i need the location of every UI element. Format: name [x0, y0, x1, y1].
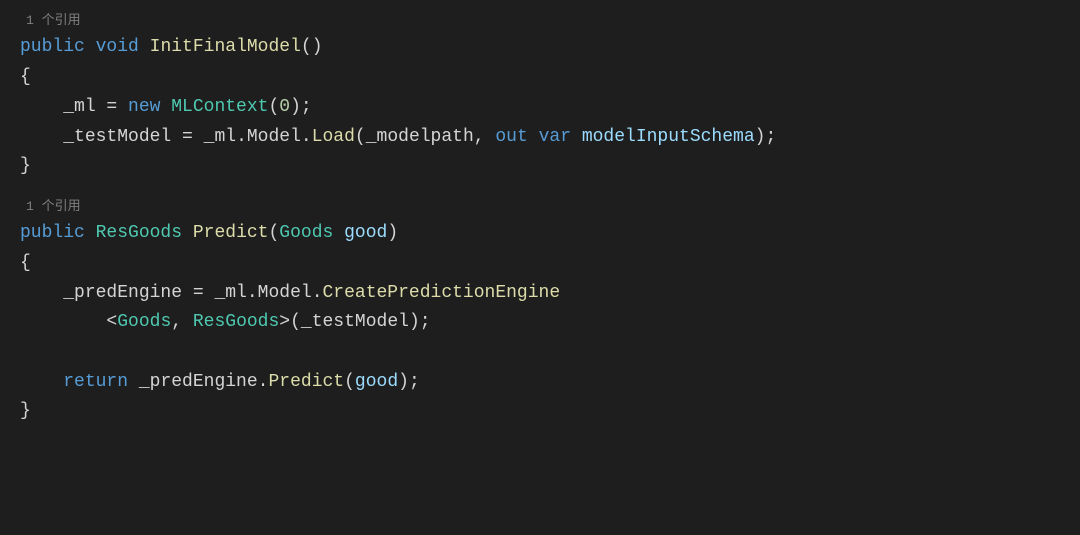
method-load: Load: [312, 127, 355, 147]
code-line[interactable]: return _predEngine.Predict(good);: [20, 368, 1080, 398]
code-line[interactable]: public void InitFinalModel(): [20, 33, 1080, 63]
code-line[interactable]: {: [20, 249, 1080, 279]
code-line[interactable]: _predEngine = _ml.Model.CreatePrediction…: [20, 279, 1080, 309]
angle-close: >: [279, 312, 290, 332]
param-type: Goods: [279, 223, 333, 243]
type-resgoods: ResGoods: [193, 312, 279, 332]
comma: ,: [474, 127, 496, 147]
paren-close-semi: );: [290, 97, 312, 117]
method-predict: 1 个引用 public ResGoods Predict(Goods good…: [20, 196, 1080, 427]
comma: ,: [171, 312, 193, 332]
equals: =: [182, 283, 214, 303]
var-modelinputschema: modelInputSchema: [582, 127, 755, 147]
paren-close: ): [312, 37, 323, 57]
code-line[interactable]: {: [20, 63, 1080, 93]
type-resgoods: ResGoods: [96, 223, 182, 243]
arg-testmodel: _testModel: [301, 312, 409, 332]
member-model: Model: [258, 283, 312, 303]
keyword-public: public: [20, 223, 85, 243]
code-line[interactable]: _ml = new MLContext(0);: [20, 93, 1080, 123]
codelens-references[interactable]: 1 个引用: [26, 196, 1080, 217]
code-line[interactable]: <Goods, ResGoods>(_testModel);: [20, 308, 1080, 338]
arg-modelpath: _modelpath: [366, 127, 474, 147]
paren-close-semi: );: [755, 127, 777, 147]
method-name: InitFinalModel: [150, 37, 301, 57]
equals: =: [96, 97, 128, 117]
field-ml: _ml: [63, 97, 95, 117]
paren-open: (: [268, 97, 279, 117]
paren-open: (: [301, 37, 312, 57]
paren-open: (: [268, 223, 279, 243]
type-mlcontext: MLContext: [171, 97, 268, 117]
brace-open: {: [20, 67, 31, 87]
code-line[interactable]: [20, 338, 1080, 368]
keyword-void: void: [96, 37, 139, 57]
dot: .: [258, 372, 269, 392]
code-line[interactable]: }: [20, 397, 1080, 427]
dot: .: [301, 127, 312, 147]
codelens-references[interactable]: 1 个引用: [26, 10, 1080, 31]
param-name: good: [344, 223, 387, 243]
type-goods: Goods: [117, 312, 171, 332]
field-predengine: _predEngine: [63, 283, 182, 303]
keyword-out: out: [495, 127, 527, 147]
field-ml: _ml: [214, 283, 246, 303]
brace-open: {: [20, 253, 31, 273]
method-name: Predict: [193, 223, 269, 243]
keyword-public: public: [20, 37, 85, 57]
code-line[interactable]: _testModel = _ml.Model.Load(_modelpath, …: [20, 123, 1080, 153]
method-predict: Predict: [268, 372, 344, 392]
keyword-return: return: [63, 372, 128, 392]
paren-open: (: [290, 312, 301, 332]
brace-close: }: [20, 156, 31, 176]
keyword-var: var: [539, 127, 571, 147]
method-createpredictionengine: CreatePredictionEngine: [323, 283, 561, 303]
equals: =: [171, 127, 203, 147]
angle-open: <: [106, 312, 117, 332]
dot: .: [247, 283, 258, 303]
literal-zero: 0: [279, 97, 290, 117]
field-ml: _ml: [204, 127, 236, 147]
keyword-new: new: [128, 97, 160, 117]
paren-close-semi: );: [409, 312, 431, 332]
brace-close: }: [20, 401, 31, 421]
field-predengine: _predEngine: [139, 372, 258, 392]
dot: .: [312, 283, 323, 303]
member-model: Model: [247, 127, 301, 147]
method-initfinalmodel: 1 个引用 public void InitFinalModel() { _ml…: [20, 10, 1080, 182]
code-line[interactable]: public ResGoods Predict(Goods good): [20, 219, 1080, 249]
field-testmodel: _testModel: [63, 127, 171, 147]
dot: .: [236, 127, 247, 147]
paren-close-semi: );: [398, 372, 420, 392]
arg-good: good: [355, 372, 398, 392]
paren-open: (: [344, 372, 355, 392]
code-line[interactable]: }: [20, 152, 1080, 182]
paren-close: ): [387, 223, 398, 243]
paren-open: (: [355, 127, 366, 147]
